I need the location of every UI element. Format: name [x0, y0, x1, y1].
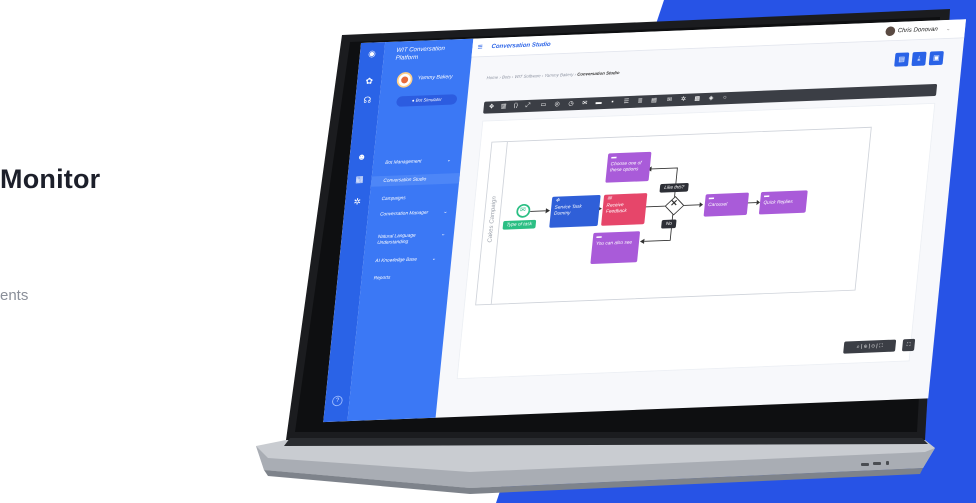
list-icon[interactable]: ☰: [622, 98, 632, 107]
page-title: Conversation Studio: [491, 41, 551, 50]
menu-item-reports[interactable]: Reports: [373, 273, 441, 282]
choose-options-node[interactable]: ▬ Choose one of these options: [605, 151, 652, 183]
gear-icon: ✲: [555, 198, 560, 204]
chevron-down-icon: ⌄: [442, 209, 448, 215]
gear-icon[interactable]: ✲: [351, 197, 362, 208]
users-icon[interactable]: ☻: [356, 153, 367, 164]
mail-icon[interactable]: ✉: [580, 99, 590, 108]
you-can-also-see-node[interactable]: ▬ You can also see: [590, 231, 641, 265]
like-this-label: Like this?: [659, 182, 690, 193]
menu-item-label: Reports: [373, 275, 391, 282]
fullscreen-button[interactable]: ⛶: [901, 338, 916, 352]
carousel-node[interactable]: ▬ Carousel: [703, 192, 749, 217]
node-label: Service Task Dummy: [553, 204, 582, 217]
help-icon[interactable]: ?: [331, 395, 344, 407]
menu-item-label: Conversation Studio: [383, 176, 427, 184]
chat-icon[interactable]: ▬: [594, 99, 604, 108]
menu-item-campaigns[interactable]: Campaigns: [381, 194, 449, 203]
menu-item-ai-knowledge-base[interactable]: AI Knowledge Base ⌄: [375, 256, 443, 265]
menu-item-label: Natural Language Understanding: [376, 233, 416, 246]
node-label: Quick Replies: [763, 199, 794, 206]
bot-simulator-button[interactable]: ● Bot Simulator: [395, 94, 458, 107]
link-icon[interactable]: ⤢: [523, 101, 533, 110]
settings-cog-icon[interactable]: ✿: [363, 77, 374, 88]
move-icon[interactable]: ✥: [487, 103, 497, 112]
node-label: Carousel: [707, 201, 728, 208]
zoom-controls[interactable]: ⌕ | ⊕ | ⊖ | ⛶: [843, 339, 897, 354]
gear-icon[interactable]: ✲: [679, 95, 689, 104]
gateway-x-icon: ✕: [669, 198, 679, 209]
chevron-down-icon: ⌄: [431, 256, 437, 262]
image-icon[interactable]: ◎: [552, 100, 562, 109]
breadcrumb-current: Conversation Studio: [576, 70, 620, 78]
media-icon[interactable]: ▩: [692, 95, 702, 104]
grid-icon[interactable]: ▥: [499, 102, 509, 111]
building-icon[interactable]: ▦: [354, 175, 365, 186]
doc-icon[interactable]: ▤: [649, 97, 659, 106]
app-screen: ◉ ✿ ☊ ☻ ▦ ✲ ? WIT Conversation Platform …: [323, 19, 967, 423]
menu-item-label: AI Knowledge Base: [375, 257, 418, 264]
mail-outline-icon[interactable]: ✉: [665, 96, 675, 105]
flow-connectors: [530, 166, 761, 244]
menu-item-conversation-manager[interactable]: Conversation Manager ⌄: [379, 210, 448, 218]
user-avatar[interactable]: [885, 26, 896, 37]
bpmn-pool[interactable]: Cakes Campaign ✉ Type of task ✲ Service …: [475, 126, 872, 306]
code-icon[interactable]: ⟨⟩: [511, 102, 521, 111]
download-button[interactable]: ⤓: [911, 51, 927, 67]
bot-name[interactable]: Yammy Bakery: [417, 75, 452, 82]
breadcrumb-path[interactable]: Home › Bots › WIT Software › Yammy Baker…: [486, 72, 577, 81]
chat-icon: ▬: [611, 154, 617, 161]
node-label: Receive Feedback: [605, 202, 628, 215]
chevron-down-icon: ⌄: [446, 157, 452, 164]
user-name[interactable]: Chris Donovan: [897, 26, 938, 34]
menu-icon[interactable]: ≣: [635, 97, 645, 106]
save-button[interactable]: ▣: [928, 51, 944, 66]
app-logo-icon[interactable]: ◉: [366, 49, 377, 60]
mail-icon: ✉: [606, 196, 612, 202]
download-icon: ⤓: [917, 54, 921, 63]
fullscreen-icon: ⛶: [906, 342, 911, 348]
menu-item-conversation-studio[interactable]: Conversation Studio: [370, 173, 460, 187]
menu-item-label: Campaigns: [381, 195, 406, 202]
clock-icon[interactable]: ◷: [566, 100, 576, 109]
bot-avatar[interactable]: [396, 71, 414, 88]
node-label: Choose one of these options: [609, 160, 642, 173]
menu-item-label: Conversation Manager: [379, 210, 429, 218]
menu-item-label: Bot Management: [384, 159, 422, 166]
circle-icon[interactable]: ○: [720, 94, 730, 103]
diagram-canvas[interactable]: Cakes Campaign ✉ Type of task ✲ Service …: [456, 102, 936, 380]
hamburger-menu-icon[interactable]: ≡: [477, 42, 483, 52]
chevron-down-icon[interactable]: ⌄: [946, 26, 951, 32]
hero-stage: Monitor ents ◉ ✿ ☊ ☻ ▦ ✲ ? WIT Conversat…: [0, 0, 976, 503]
chat-icon: ▬: [763, 193, 770, 199]
start-event-label: Type of task: [502, 219, 536, 230]
new-file-button[interactable]: ▤: [894, 52, 910, 67]
headset-icon[interactable]: ☊: [362, 96, 373, 107]
new-file-icon: ▤: [898, 55, 906, 64]
receive-feedback-node[interactable]: ✉ Receive Feedback: [601, 193, 648, 226]
breadcrumb: Home › Bots › WIT Software › Yammy Baker…: [486, 71, 619, 81]
service-task-node[interactable]: ✲ Service Task Dummy: [549, 194, 601, 228]
save-icon: ▣: [932, 53, 940, 62]
chat-icon: ▬: [708, 195, 715, 202]
no-label: No: [661, 219, 677, 229]
app-brand: WIT Conversation Platform: [395, 45, 446, 62]
card-icon[interactable]: ▪: [608, 98, 618, 107]
bot-simulator-label: Bot Simulator: [415, 97, 442, 104]
frame-icon[interactable]: ▭: [539, 101, 549, 110]
chevron-down-icon: ⌄: [440, 231, 446, 238]
quick-replies-node[interactable]: ▬ Quick Replies: [758, 190, 808, 215]
diamond-icon[interactable]: ◈: [706, 94, 716, 103]
menu-item-nlu[interactable]: Natural Language Understanding ⌄: [376, 232, 446, 247]
chat-icon: ▬: [596, 234, 602, 240]
menu-item-bot-management[interactable]: Bot Management ⌄: [385, 158, 453, 167]
node-label: You can also see: [595, 240, 633, 247]
